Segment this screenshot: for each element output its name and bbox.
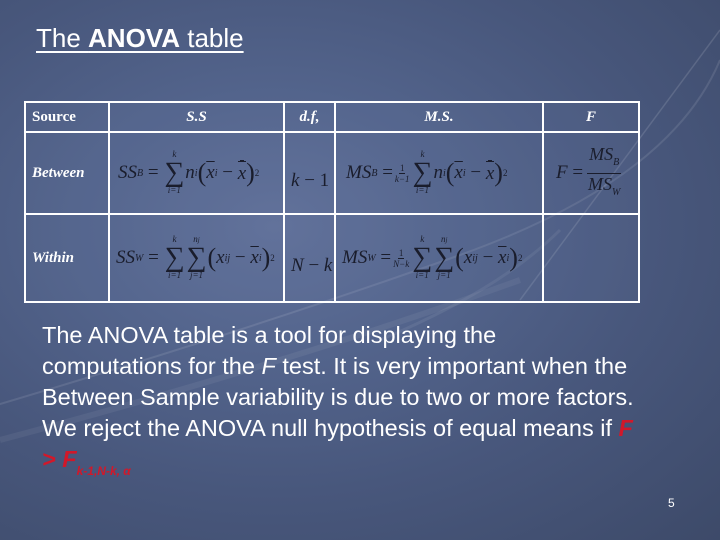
table-row-within: Within SS W = k ∑ i=1 nj ∑ j=1 (x ij − x i) 2 N … xyxy=(24,213,640,303)
header-df: d.f, xyxy=(283,101,336,133)
page-number: 5 xyxy=(668,496,675,510)
row-label-within: Within xyxy=(24,213,110,303)
header-ss: S.S xyxy=(108,101,285,133)
df-between: k − 1 xyxy=(283,131,336,215)
fraction: 1 N−k xyxy=(393,247,410,269)
f-fraction: MSB MSW xyxy=(587,143,622,198)
header-f: F xyxy=(542,101,640,133)
fraction: 1 k−1 xyxy=(394,162,410,184)
summation-icon: k ∑ i=1 xyxy=(412,149,433,195)
anova-table: Source S.S d.f, M.S. F Between SS B = k ∑ i… xyxy=(24,101,640,303)
body-paragraph: The ANOVA table is a tool for displaying… xyxy=(42,322,634,478)
header-ms: M.S. xyxy=(334,101,544,133)
summation-icon: k ∑ i=1 xyxy=(412,234,433,280)
table-row-between: Between SS B = k ∑ i=1 ni (x i − x) 2 k − 1 M… xyxy=(24,131,640,215)
row-label-between: Between xyxy=(24,131,110,215)
table-header-row: Source S.S d.f, M.S. F xyxy=(24,101,640,133)
summation-icon: k ∑ i=1 xyxy=(164,234,185,280)
slide-title: The ANOVA table xyxy=(36,23,244,53)
summation-icon: k ∑ i=1 xyxy=(164,149,185,195)
summation-icon: nj ∑ j=1 xyxy=(434,234,455,280)
summation-icon: nj ∑ j=1 xyxy=(186,234,207,280)
f-formula: F = MSB MSW xyxy=(542,131,640,215)
ss-within-formula: SS W = k ∑ i=1 nj ∑ j=1 (x ij − x i) 2 xyxy=(108,213,285,303)
ss-between-formula: SS B = k ∑ i=1 ni (x i − x) 2 xyxy=(108,131,285,215)
ms-within-formula: MS W = 1 N−k k ∑ i=1 nj ∑ j=1 (x ij − x i) 2 xyxy=(334,213,544,303)
f-within-empty xyxy=(542,213,640,303)
ms-between-formula: MS B = 1 k−1 k ∑ i=1 ni (x i − x) 2 xyxy=(334,131,544,215)
df-within: N − k xyxy=(283,213,336,303)
header-source: Source xyxy=(24,101,110,133)
